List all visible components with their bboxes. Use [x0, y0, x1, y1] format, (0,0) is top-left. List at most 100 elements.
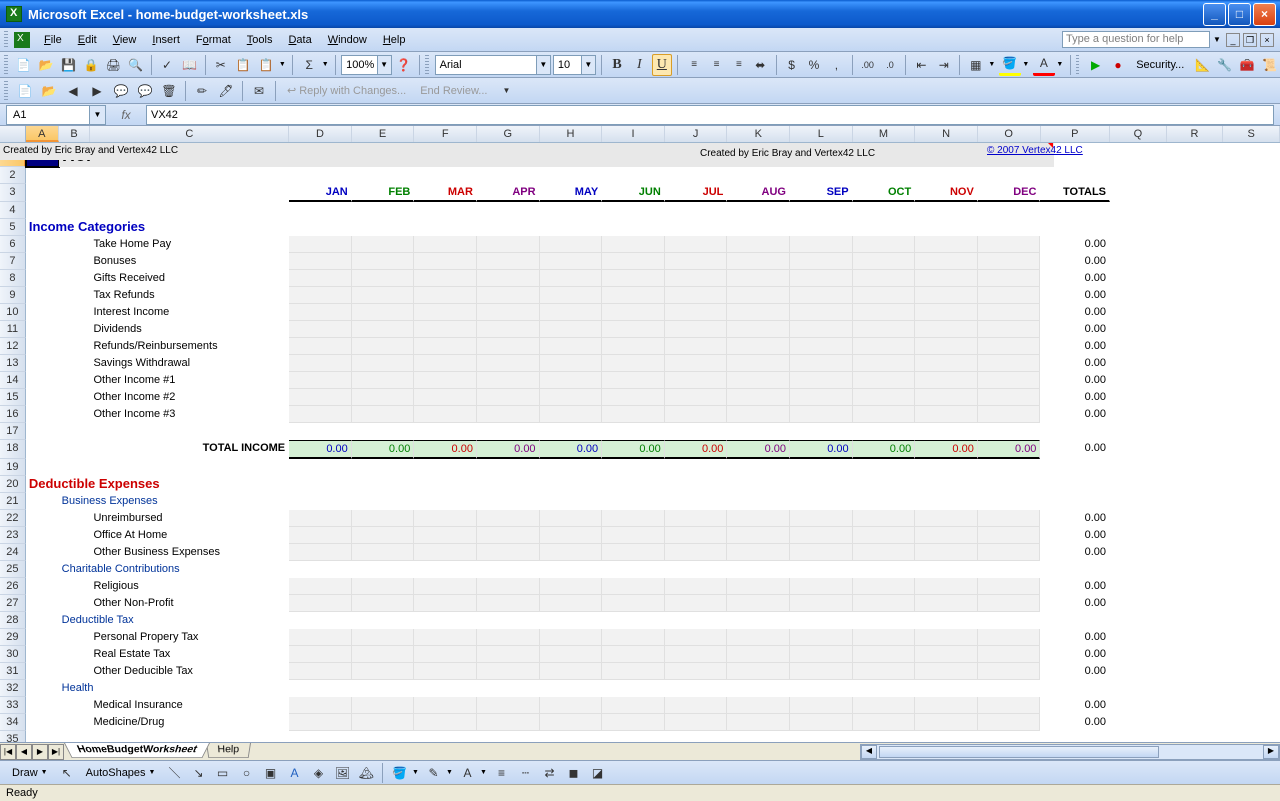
cell[interactable]: [978, 202, 1041, 219]
cell[interactable]: [289, 202, 352, 219]
cell[interactable]: [59, 355, 91, 372]
cell[interactable]: [540, 389, 603, 406]
italic-button[interactable]: I: [629, 54, 649, 76]
font-combo[interactable]: Arial▼: [435, 55, 551, 75]
row-header[interactable]: 33: [0, 697, 26, 714]
row-header[interactable]: 5: [0, 219, 26, 236]
cell[interactable]: [415, 219, 478, 236]
cell[interactable]: [352, 406, 415, 423]
row-header[interactable]: 16: [0, 406, 26, 423]
cell[interactable]: [1041, 561, 1111, 578]
grip-icon[interactable]: [1076, 55, 1080, 75]
cell[interactable]: [853, 423, 916, 440]
cell[interactable]: [665, 544, 728, 561]
cell[interactable]: [665, 459, 728, 476]
cell[interactable]: [915, 476, 978, 493]
cell[interactable]: [602, 561, 665, 578]
cell[interactable]: [915, 253, 978, 270]
cell[interactable]: [26, 202, 59, 219]
cell[interactable]: [1110, 680, 1167, 697]
textbox-icon[interactable]: ▣: [259, 762, 281, 784]
col-header-Q[interactable]: Q: [1110, 126, 1167, 142]
cell[interactable]: [1110, 561, 1167, 578]
cell[interactable]: [540, 612, 603, 629]
cell[interactable]: [853, 355, 916, 372]
cell[interactable]: [352, 527, 415, 544]
cell[interactable]: [665, 219, 728, 236]
cell[interactable]: [352, 544, 415, 561]
cell[interactable]: [727, 270, 790, 287]
cell[interactable]: 0.00: [1040, 355, 1110, 372]
cell[interactable]: [352, 167, 415, 184]
cell[interactable]: [26, 663, 59, 680]
cell[interactable]: JUN: [602, 184, 665, 202]
cell[interactable]: [665, 714, 728, 731]
cell[interactable]: [1110, 355, 1167, 372]
cell[interactable]: [59, 184, 91, 202]
cell[interactable]: [915, 493, 978, 510]
row-header[interactable]: 2: [0, 167, 26, 184]
line-icon[interactable]: ＼: [163, 762, 185, 784]
cell[interactable]: [540, 578, 603, 595]
cell[interactable]: [59, 270, 91, 287]
cell[interactable]: 0.00: [727, 440, 790, 459]
cell[interactable]: [26, 440, 59, 459]
row-header[interactable]: 4: [0, 202, 26, 219]
grip-icon[interactable]: [4, 31, 8, 49]
cell[interactable]: [790, 680, 853, 697]
cell[interactable]: [915, 646, 978, 663]
cell[interactable]: [727, 338, 790, 355]
cell[interactable]: [665, 236, 728, 253]
cell[interactable]: 0.00: [477, 440, 540, 459]
cell[interactable]: [26, 321, 59, 338]
cell[interactable]: [853, 202, 916, 219]
cell[interactable]: [915, 287, 978, 304]
cell[interactable]: [540, 527, 603, 544]
cell[interactable]: [602, 372, 665, 389]
cell[interactable]: [1223, 338, 1280, 355]
cell[interactable]: [289, 287, 352, 304]
cell[interactable]: [477, 321, 540, 338]
cell[interactable]: [352, 338, 415, 355]
cell[interactable]: TOTALS: [1040, 184, 1110, 202]
select-all-corner[interactable]: [0, 126, 26, 142]
cell[interactable]: [540, 304, 603, 321]
cell[interactable]: [414, 304, 477, 321]
cell[interactable]: Other Income #1: [90, 372, 289, 389]
cell[interactable]: [352, 287, 415, 304]
menu-file[interactable]: File: [36, 31, 70, 49]
cell[interactable]: [289, 561, 352, 578]
cell[interactable]: [727, 527, 790, 544]
cell[interactable]: Income Categories: [26, 219, 59, 236]
cell[interactable]: [790, 459, 853, 476]
cell[interactable]: [352, 578, 415, 595]
cell[interactable]: [352, 459, 415, 476]
dash-style-icon[interactable]: ┄: [514, 762, 536, 784]
cell[interactable]: [477, 253, 540, 270]
open-file-icon[interactable]: 📂: [36, 54, 56, 76]
cell[interactable]: [1110, 423, 1167, 440]
cell[interactable]: [790, 595, 853, 612]
cell[interactable]: [1223, 167, 1280, 184]
cell[interactable]: [915, 680, 978, 697]
cell[interactable]: [790, 219, 853, 236]
cell[interactable]: [1110, 578, 1167, 595]
cell[interactable]: 0.00: [1040, 646, 1110, 663]
cell[interactable]: 0.00: [1040, 440, 1110, 459]
cell[interactable]: [728, 493, 791, 510]
cell[interactable]: [1167, 476, 1224, 493]
cell[interactable]: [915, 697, 978, 714]
cell[interactable]: [602, 167, 665, 184]
row-header[interactable]: 8: [0, 270, 26, 287]
cell[interactable]: [26, 612, 59, 629]
cell[interactable]: [477, 476, 540, 493]
scroll-left-icon[interactable]: ◀: [861, 745, 877, 759]
cell[interactable]: [853, 527, 916, 544]
help-icon[interactable]: ❓: [394, 54, 414, 76]
cell[interactable]: [289, 714, 352, 731]
ink-icon[interactable]: ✏: [191, 80, 213, 102]
cell[interactable]: [915, 338, 978, 355]
permission-icon[interactable]: 🔒: [81, 54, 101, 76]
cell[interactable]: 0.00: [1040, 321, 1110, 338]
cell[interactable]: [978, 476, 1041, 493]
